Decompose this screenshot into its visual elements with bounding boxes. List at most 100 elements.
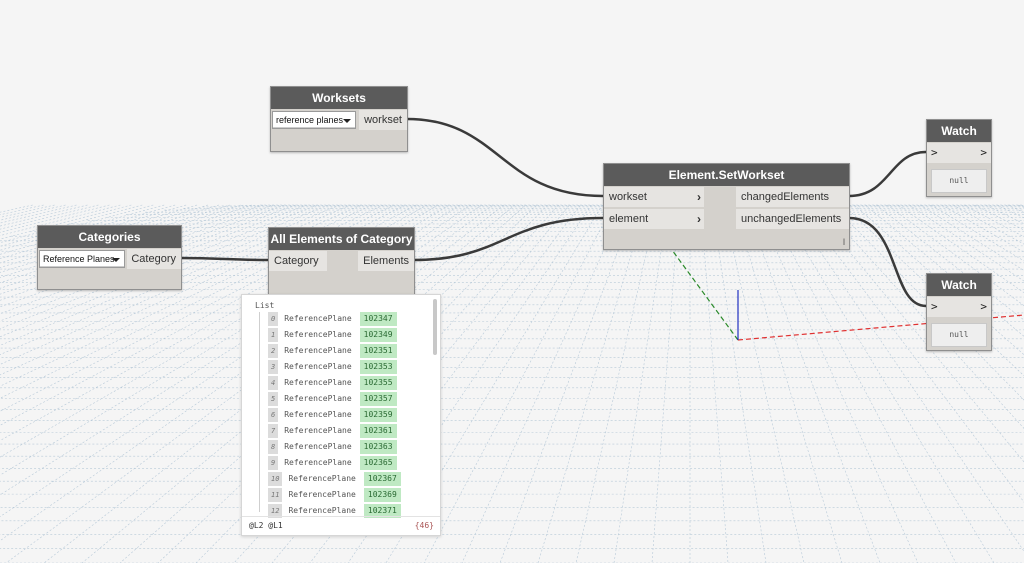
grid-line	[700, 204, 729, 563]
node-categories[interactable]: Categories Reference Planes Category	[37, 225, 182, 290]
list-guide-line	[259, 312, 260, 512]
node-watch-1[interactable]: Watch > > null	[926, 119, 992, 197]
grid-line	[854, 204, 1024, 356]
chevron-right-icon: ›	[697, 190, 701, 204]
grid-line	[810, 204, 1024, 463]
item-type: ReferencePlane	[288, 506, 356, 515]
preview-list-title: List	[255, 301, 275, 310]
item-index: 11	[268, 488, 283, 502]
list-item: 1 ReferencePlane 102349	[268, 328, 397, 342]
port-label: Category	[131, 253, 176, 265]
item-type: ReferencePlane	[284, 314, 352, 323]
output-port-changed-elements[interactable]: changedElements	[736, 187, 849, 207]
grid-line	[733, 204, 843, 563]
output-port-unchanged-elements[interactable]: unchangedElements	[736, 209, 849, 229]
item-type: ReferencePlane	[284, 442, 352, 451]
grid-line	[0, 204, 33, 213]
node-element-setworkset[interactable]: Element.SetWorkset workset › changedElem…	[603, 163, 850, 250]
grid-line	[821, 204, 1024, 429]
item-count: {46}	[414, 521, 434, 530]
item-index: 1	[268, 328, 279, 342]
output-port-workset[interactable]: workset	[359, 110, 407, 130]
preview-bubble[interactable]: List 0 ReferencePlane 102347 1 ReferencePlan…	[241, 294, 441, 536]
node-title: Categories	[38, 226, 181, 248]
grid-line	[755, 204, 919, 563]
node-title: Element.SetWorkset	[604, 164, 849, 186]
preview-footer: @L2 @L1 {46}	[242, 516, 440, 535]
dropdown-value: reference planes	[276, 115, 344, 125]
item-type: ReferencePlane	[284, 426, 352, 435]
port-label: workset	[364, 114, 402, 126]
list-item: 9 ReferencePlane 102365	[268, 456, 397, 470]
grid-line	[832, 204, 1024, 401]
grid-line	[766, 204, 957, 563]
grid-line	[1007, 204, 1024, 213]
item-index: 8	[268, 440, 279, 454]
scrollbar[interactable]	[433, 299, 437, 355]
input-port[interactable]: >	[931, 297, 938, 317]
item-index: 9	[268, 456, 279, 470]
list-item: 6 ReferencePlane 102359	[268, 408, 397, 422]
item-id: 102369	[363, 488, 401, 502]
list-item: 7 ReferencePlane 102361	[268, 424, 397, 438]
grid-line	[996, 204, 1024, 219]
node-title: Worksets	[271, 87, 407, 109]
grid-line	[499, 204, 636, 563]
item-index: 6	[268, 408, 279, 422]
node-worksets[interactable]: Worksets reference planes workset	[270, 86, 408, 152]
input-port-category[interactable]: Category	[269, 251, 327, 271]
item-id: 102359	[359, 408, 397, 422]
lacing-indicator[interactable]: l	[843, 237, 845, 247]
node-all-elements-of-category[interactable]: All Elements of Category Category Elemen…	[268, 227, 415, 295]
input-port-element[interactable]: element ›	[604, 209, 704, 229]
grid-line	[974, 204, 1024, 231]
list-item: 5 ReferencePlane 102357	[268, 392, 397, 406]
item-id: 102347	[359, 312, 397, 326]
chevron-right-icon: ›	[697, 212, 701, 226]
chevron-down-icon	[343, 119, 351, 123]
grid-line	[876, 204, 1024, 321]
list-item: 11 ReferencePlane 102369	[268, 488, 401, 502]
grid-line	[788, 204, 1024, 552]
node-watch-2[interactable]: Watch > > null	[926, 273, 992, 351]
output-port-elements[interactable]: Elements	[358, 251, 414, 271]
grid-line	[908, 204, 1024, 282]
item-index: 4	[268, 376, 279, 390]
item-index: 7	[268, 424, 279, 438]
input-port-workset[interactable]: workset ›	[604, 187, 704, 207]
list-levels[interactable]: @L2 @L1	[249, 521, 283, 530]
grid-line	[941, 204, 1024, 253]
item-index: 10	[268, 472, 283, 486]
grid-line	[423, 204, 614, 563]
item-index: 0	[268, 312, 279, 326]
grid-line	[537, 204, 647, 563]
grid-line	[930, 204, 1024, 262]
node-title: Watch	[927, 120, 991, 142]
list-item: 10 ReferencePlane 102367	[268, 472, 401, 486]
output-port[interactable]: >	[980, 297, 987, 317]
grid-line	[744, 204, 881, 563]
workset-dropdown[interactable]: reference planes	[272, 111, 356, 129]
input-port[interactable]: >	[931, 143, 938, 163]
grid-line	[722, 204, 805, 563]
output-port-category[interactable]: Category	[127, 249, 181, 269]
output-port[interactable]: >	[980, 143, 987, 163]
item-id: 102351	[359, 344, 397, 358]
watch-value: null	[931, 169, 987, 193]
item-type: ReferencePlane	[284, 410, 352, 419]
item-type: ReferencePlane	[284, 378, 352, 387]
node-title: All Elements of Category	[269, 228, 414, 250]
node-title: Watch	[927, 274, 991, 296]
item-id: 102357	[359, 392, 397, 406]
item-type: ReferencePlane	[284, 394, 352, 403]
item-id: 102355	[359, 376, 397, 390]
grid-line	[777, 204, 995, 563]
grid-line	[613, 204, 669, 563]
item-index: 2	[268, 344, 279, 358]
port-label: unchangedElements	[741, 213, 842, 225]
category-dropdown[interactable]: Reference Planes	[39, 250, 125, 268]
grid-line	[919, 204, 1024, 271]
list-item: 2 ReferencePlane 102351	[268, 344, 397, 358]
port-label: workset	[609, 191, 647, 203]
item-id: 102349	[359, 328, 397, 342]
